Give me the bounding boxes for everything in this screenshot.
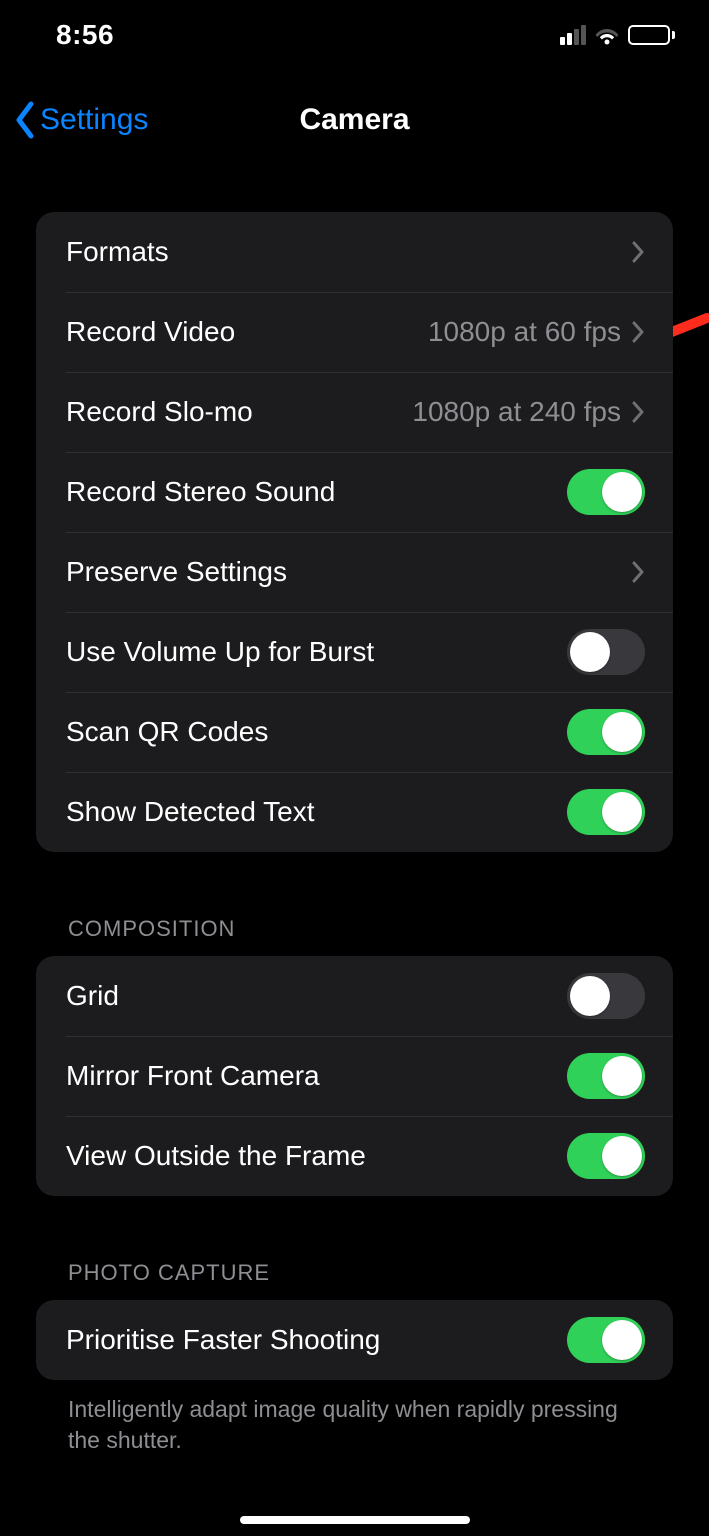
chevron-right-icon [631,560,645,584]
row-label: Show Detected Text [66,796,315,828]
row-label: Record Video [66,316,235,348]
page-title: Camera [299,103,409,137]
row-label: Record Slo-mo [66,396,253,428]
row-label: Grid [66,980,119,1012]
battery-icon [628,25,675,45]
status-icons [560,25,675,45]
row-volume-up-burst: Use Volume Up for Burst [36,612,673,692]
toggle-prioritise-faster-shooting[interactable] [567,1317,645,1363]
row-label: Record Stereo Sound [66,476,335,508]
row-show-detected-text: Show Detected Text [36,772,673,852]
status-time: 8:56 [56,19,114,51]
chevron-right-icon [631,320,645,344]
toggle-scan-qr-codes[interactable] [567,709,645,755]
row-scan-qr-codes: Scan QR Codes [36,692,673,772]
group-header-composition: COMPOSITION [36,916,673,956]
row-grid: Grid [36,956,673,1036]
row-value: 1080p at 240 fps [412,396,621,428]
back-label: Settings [40,103,148,137]
nav-header: Settings Camera [0,90,709,150]
row-record-stereo-sound: Record Stereo Sound [36,452,673,532]
row-prioritise-faster-shooting: Prioritise Faster Shooting [36,1300,673,1380]
home-indicator[interactable] [240,1516,470,1524]
settings-group-photo-capture: Prioritise Faster Shooting [36,1300,673,1380]
toggle-view-outside-frame[interactable] [567,1133,645,1179]
toggle-volume-up-burst[interactable] [567,629,645,675]
chevron-left-icon [14,101,36,139]
toggle-grid[interactable] [567,973,645,1019]
row-label: Use Volume Up for Burst [66,636,374,668]
toggle-record-stereo-sound[interactable] [567,469,645,515]
back-button[interactable]: Settings [14,101,148,139]
row-record-video[interactable]: Record Video 1080p at 60 fps [36,292,673,372]
row-label: View Outside the Frame [66,1140,366,1172]
toggle-mirror-front-camera[interactable] [567,1053,645,1099]
chevron-right-icon [631,400,645,424]
row-preserve-settings[interactable]: Preserve Settings [36,532,673,612]
group-footer-photo-capture: Intelligently adapt image quality when r… [36,1380,673,1456]
row-formats[interactable]: Formats [36,212,673,292]
status-bar: 8:56 [0,0,709,70]
row-label: Scan QR Codes [66,716,268,748]
row-view-outside-frame: View Outside the Frame [36,1116,673,1196]
settings-group-main: Formats Record Video 1080p at 60 fps Rec… [36,212,673,852]
chevron-right-icon [631,240,645,264]
row-label: Formats [66,236,169,268]
toggle-show-detected-text[interactable] [567,789,645,835]
group-header-photo-capture: PHOTO CAPTURE [36,1260,673,1300]
row-mirror-front-camera: Mirror Front Camera [36,1036,673,1116]
row-record-slomo[interactable]: Record Slo-mo 1080p at 240 fps [36,372,673,452]
row-label: Mirror Front Camera [66,1060,320,1092]
cellular-icon [560,25,586,45]
wifi-icon [594,25,620,45]
row-label: Prioritise Faster Shooting [66,1324,380,1356]
settings-group-composition: Grid Mirror Front Camera View Outside th… [36,956,673,1196]
row-value: 1080p at 60 fps [428,316,621,348]
row-label: Preserve Settings [66,556,287,588]
